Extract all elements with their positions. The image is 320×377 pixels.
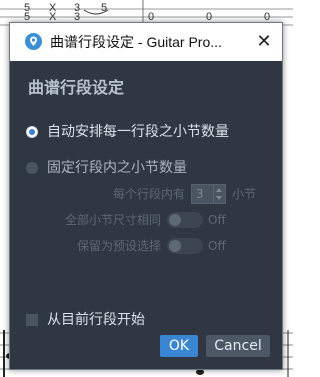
start-from-current-label: 从目前行段开始 — [47, 312, 145, 328]
section-heading: 曲谱行段设定 — [28, 78, 125, 97]
dialog-titlebar[interactable]: 曲谱行段设定 - Guitar Pro... ✕ — [10, 23, 282, 61]
keep-default-toggle[interactable] — [167, 238, 204, 254]
ok-button[interactable]: OK — [160, 335, 198, 357]
auto-bars-label: 自动安排每一行段之小节数量 — [47, 124, 229, 140]
fixed-bars-label: 固定行段内之小节数量 — [47, 160, 187, 176]
keep-default-state: Off — [208, 239, 226, 253]
fixed-bars-radio-option[interactable]: 固定行段内之小节数量 — [26, 158, 187, 178]
system-settings-dialog: 曲谱行段设定 - Guitar Pro... ✕ 曲谱行段设定 自动安排每一行段… — [9, 22, 283, 370]
same-size-row: 全部小节尺寸相同 Off — [65, 210, 226, 230]
bars-per-system-label: 每个行段内有 — [113, 187, 186, 201]
bars-per-system-value: 3 — [196, 187, 204, 201]
start-from-current-option[interactable]: 从目前行段开始 — [26, 310, 145, 330]
cancel-button[interactable]: Cancel — [206, 335, 270, 357]
arrow-up-icon[interactable] — [216, 188, 223, 192]
bars-per-system-stepper[interactable]: 3 — [191, 184, 227, 204]
tab-number: 5 — [101, 2, 108, 14]
start-from-current-checkbox[interactable] — [26, 314, 38, 326]
dialog-title: 曲谱行段设定 - Guitar Pro... — [50, 34, 222, 50]
keep-default-row: 保留为预设选择 Off — [65, 236, 226, 256]
bars-per-system-row: 每个行段内有 3 小节 — [113, 184, 256, 204]
bars-unit-label: 小节 — [232, 187, 257, 201]
close-icon[interactable]: ✕ — [246, 23, 282, 61]
keep-default-label: 保留为预设选择 — [77, 239, 162, 253]
guitar-pro-app-icon — [25, 33, 42, 50]
stepper-arrows[interactable] — [213, 185, 225, 203]
fixed-bars-radio[interactable] — [26, 162, 38, 174]
arrow-down-icon[interactable] — [216, 196, 223, 200]
auto-bars-radio-option[interactable]: 自动安排每一行段之小节数量 — [26, 122, 229, 142]
same-size-toggle[interactable] — [167, 212, 204, 228]
same-size-label: 全部小节尺寸相同 — [65, 213, 162, 227]
same-size-state: Off — [208, 213, 226, 227]
auto-bars-radio[interactable] — [26, 126, 38, 138]
